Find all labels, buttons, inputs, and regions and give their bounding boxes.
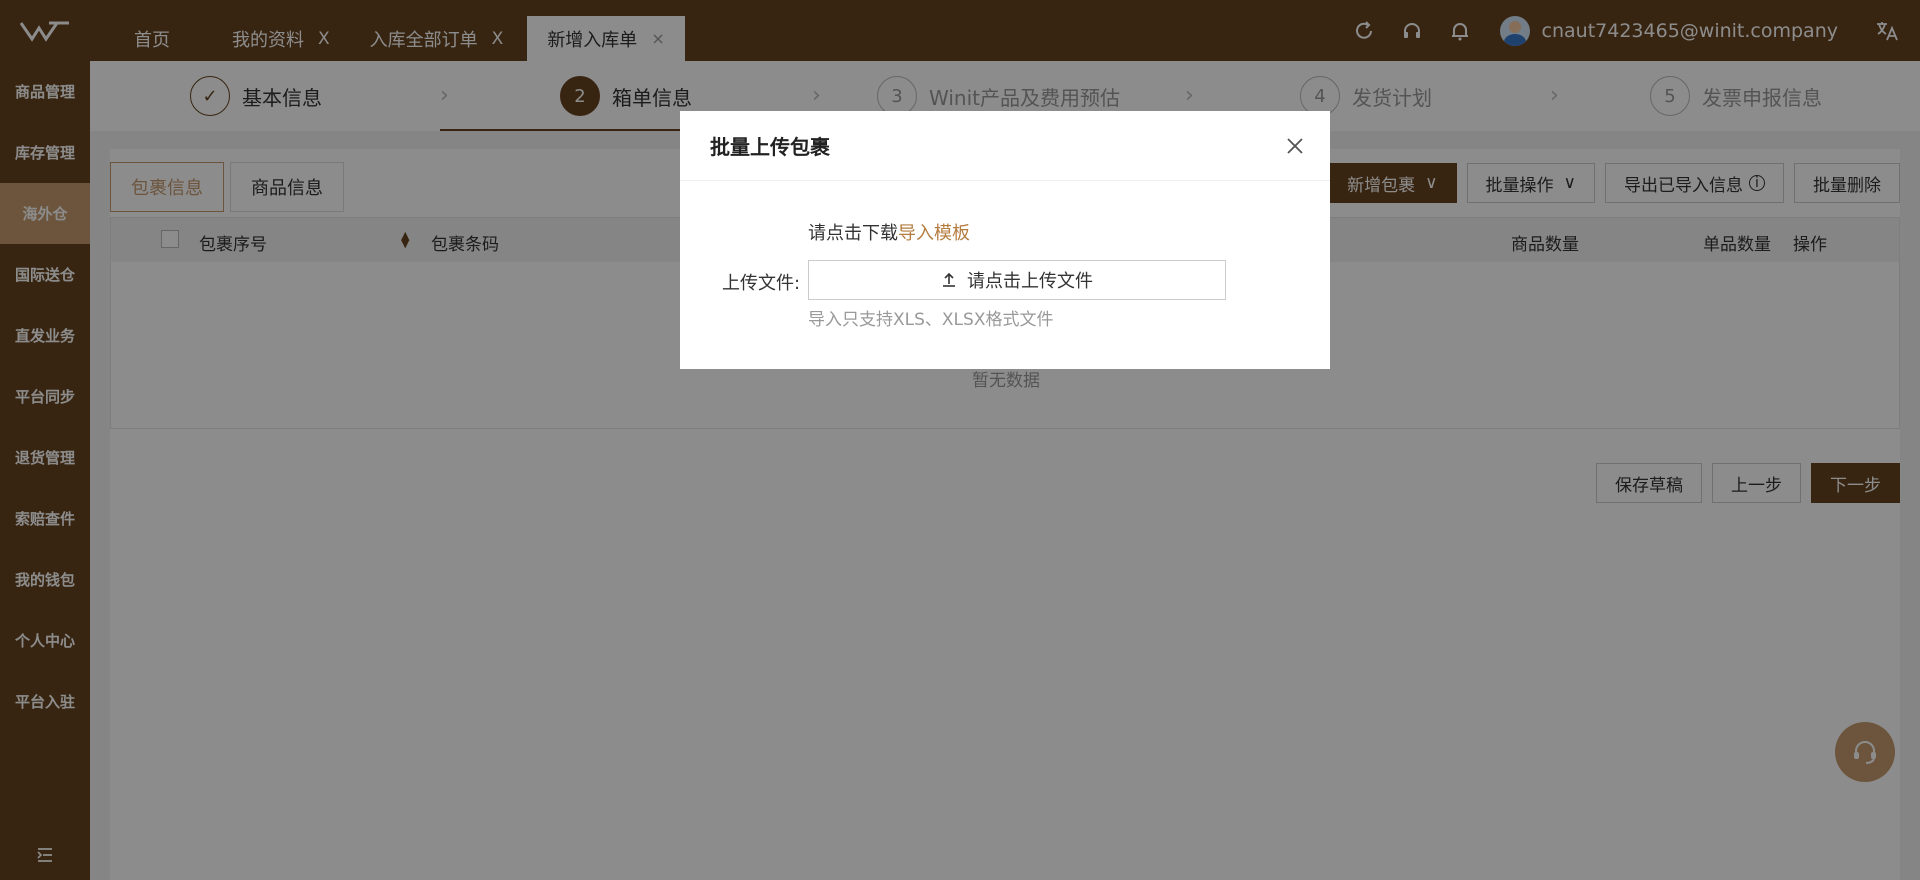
upload-file-label: 上传文件: (722, 273, 801, 294)
upload-icon (943, 272, 955, 287)
button-label: 请点击上传文件 (967, 271, 1093, 292)
upload-file-button[interactable]: 请点击上传文件 (808, 260, 1226, 300)
file-format-hint: 导入只支持XLS、XLSX格式文件 (808, 310, 1054, 330)
download-template-line: 请点击下载导入模板 (808, 219, 970, 245)
batch-upload-dialog: 批量上传包裹 请点击下载导入模板 上传文件: 请点击上传文件 导入只支持XLS、… (680, 111, 1330, 369)
close-icon[interactable] (1282, 133, 1308, 159)
download-template-link[interactable]: 导入模板 (898, 223, 970, 244)
dialog-title: 批量上传包裹 (710, 135, 830, 159)
dialog-body: 请点击下载导入模板 上传文件: 请点击上传文件 导入只支持XLS、XLSX格式文… (680, 181, 1330, 369)
download-text: 请点击下载 (808, 223, 898, 244)
dialog-header: 批量上传包裹 (680, 111, 1330, 181)
